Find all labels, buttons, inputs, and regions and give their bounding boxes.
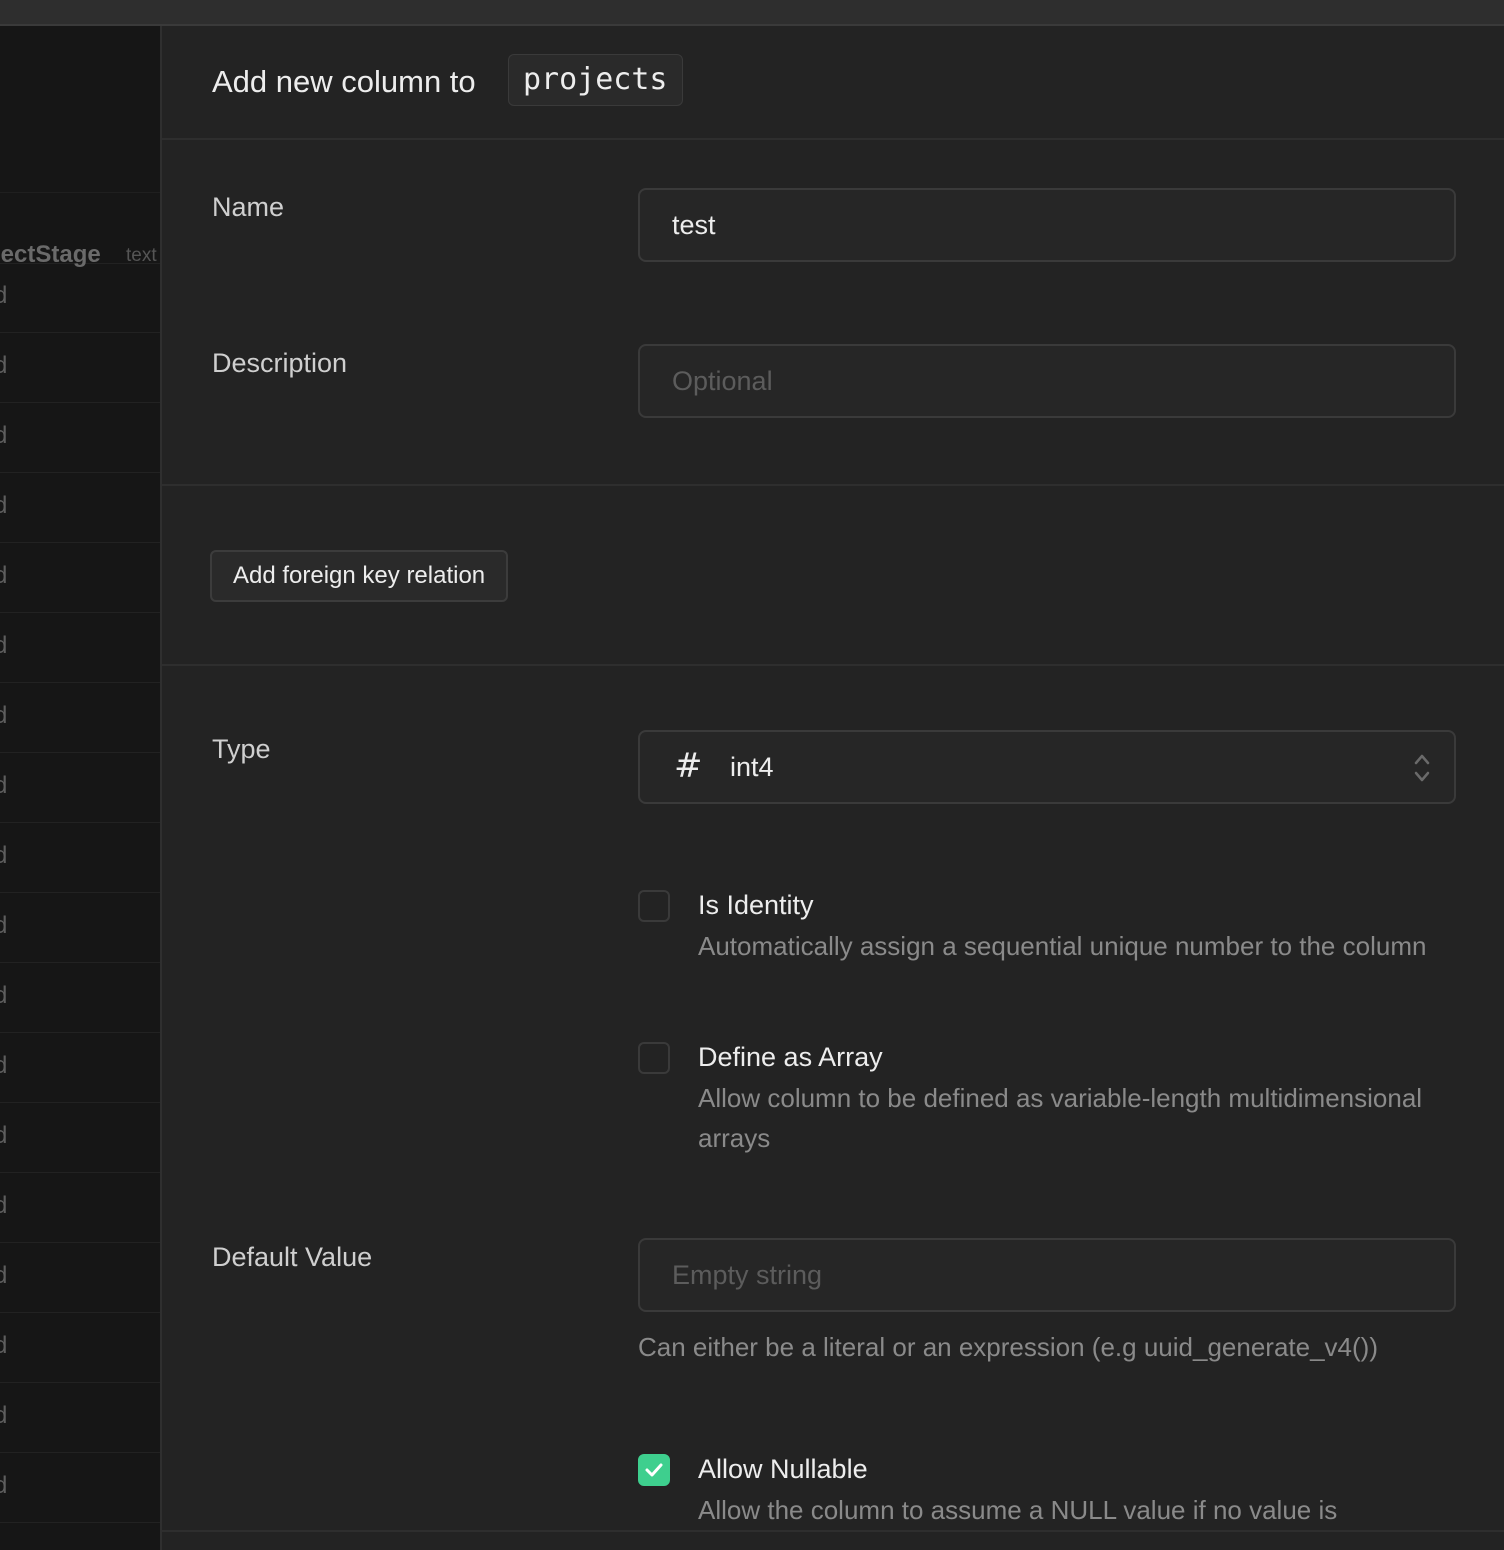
define-array-checkbox[interactable] — [638, 1042, 670, 1074]
background-cell-text: d — [0, 772, 8, 799]
section-divider — [162, 664, 1504, 666]
allow-nullable-description: Allow the column to assume a NULL value … — [698, 1495, 1338, 1525]
default-value-input[interactable] — [638, 1238, 1456, 1312]
background-cell-text: d — [0, 352, 8, 379]
background-table-row: d — [0, 682, 160, 753]
background-table-row: d — [0, 332, 160, 403]
background-table-row: d — [0, 752, 160, 823]
background-cell-text: d — [0, 562, 8, 589]
panel-title: Add new column to — [212, 64, 476, 99]
table-name-chip: projects — [508, 54, 683, 106]
background-table-row: d — [0, 822, 160, 893]
background-table-row: d — [0, 472, 160, 543]
define-array-title: Define as Array — [698, 1042, 883, 1072]
is-identity-title: Is Identity — [698, 890, 814, 920]
background-cell-text: d — [0, 282, 8, 309]
background-table-row: d — [0, 1172, 160, 1243]
background-table-header: jectStage text — [0, 192, 160, 268]
allow-nullable-title: Allow Nullable — [698, 1454, 868, 1484]
background-table-grid: jectStage text d d d d d d d d d d d d d d d d d d — [0, 26, 160, 1550]
name-input[interactable] — [638, 188, 1456, 262]
panel-header: Add new column to projects — [162, 26, 1504, 140]
type-label: Type — [212, 734, 271, 764]
background-cell-text: d — [0, 912, 8, 939]
is-identity-checkbox[interactable] — [638, 890, 670, 922]
allow-nullable-checkbox[interactable] — [638, 1454, 670, 1486]
background-cell-text: d — [0, 842, 8, 869]
background-cell-text: d — [0, 982, 8, 1009]
type-select[interactable]: # int4 — [638, 730, 1456, 804]
background-cell-text: d — [0, 1052, 8, 1079]
hash-icon: # — [674, 746, 703, 786]
background-table-row: d — [0, 402, 160, 473]
background-table-row: d — [0, 1032, 160, 1103]
background-table-row: d — [0, 1102, 160, 1173]
define-array-description: Allow column to be defined as variable-l… — [698, 1083, 1423, 1153]
background-table-row: d — [0, 1312, 160, 1383]
default-value-label: Default Value — [212, 1242, 373, 1272]
panel-footer-divider — [162, 1530, 1504, 1532]
background-table-row: d — [0, 962, 160, 1033]
default-value-hint: Can either be a literal or an expression… — [638, 1332, 1378, 1362]
background-cell-text: d — [0, 1472, 8, 1499]
background-cell-text: d — [0, 1402, 8, 1429]
background-table-row: d — [0, 542, 160, 613]
background-cell-text: d — [0, 702, 8, 729]
background-table-row: d — [0, 892, 160, 963]
is-identity-description: Automatically assign a sequential unique… — [698, 931, 1427, 961]
background-table-row: d — [0, 1242, 160, 1313]
add-foreign-key-button[interactable]: Add foreign key relation — [210, 550, 509, 602]
background-cell-text: d — [0, 1122, 8, 1149]
background-cell-text: d — [0, 1262, 8, 1289]
top-bar — [0, 0, 1504, 26]
background-cell-text: d — [0, 632, 8, 659]
background-table-row: d — [0, 612, 160, 683]
description-label: Description — [212, 348, 348, 378]
add-column-side-panel: Add new column to projects Name Descript… — [160, 26, 1504, 1550]
name-label: Name — [212, 192, 285, 222]
background-table-row: d — [0, 1382, 160, 1453]
chevron-up-down-icon — [1414, 754, 1430, 782]
background-cell-text: d — [0, 1332, 8, 1359]
background-table-row: d — [0, 1452, 160, 1523]
background-cell-text: d — [0, 492, 8, 519]
section-divider — [162, 484, 1504, 486]
background-cell-text: d — [0, 1192, 8, 1219]
background-cell-text: d — [0, 422, 8, 449]
check-icon — [645, 1463, 663, 1477]
background-table-row: d — [0, 262, 160, 333]
description-input[interactable] — [638, 344, 1456, 418]
type-value: int4 — [730, 752, 774, 782]
